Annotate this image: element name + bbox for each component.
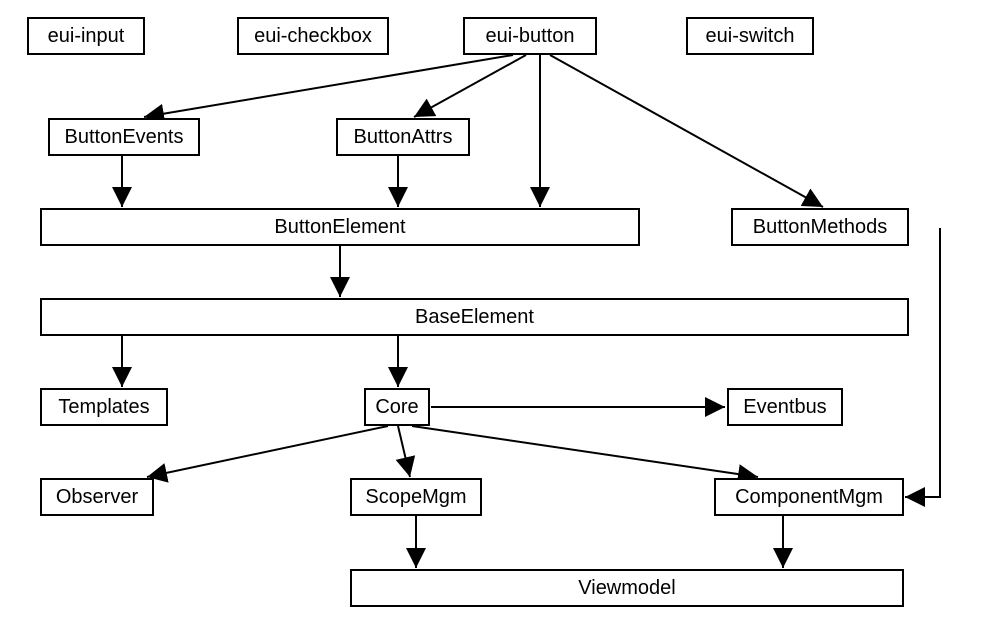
node-eui-input: eui-input — [27, 17, 145, 55]
node-button-element: ButtonElement — [40, 208, 640, 246]
node-button-attrs: ButtonAttrs — [336, 118, 470, 156]
node-base-element: BaseElement — [40, 298, 909, 336]
node-eui-button: eui-button — [463, 17, 597, 55]
node-button-events: ButtonEvents — [48, 118, 200, 156]
node-eui-checkbox: eui-checkbox — [237, 17, 389, 55]
node-button-methods: ButtonMethods — [731, 208, 909, 246]
node-observer: Observer — [40, 478, 154, 516]
node-eventbus: Eventbus — [727, 388, 843, 426]
node-core: Core — [364, 388, 430, 426]
node-viewmodel: Viewmodel — [350, 569, 904, 607]
node-templates: Templates — [40, 388, 168, 426]
node-component-mgm: ComponentMgm — [714, 478, 904, 516]
diagram-container: eui-input eui-checkbox eui-button eui-sw… — [0, 0, 1000, 642]
node-eui-switch: eui-switch — [686, 17, 814, 55]
node-scope-mgm: ScopeMgm — [350, 478, 482, 516]
